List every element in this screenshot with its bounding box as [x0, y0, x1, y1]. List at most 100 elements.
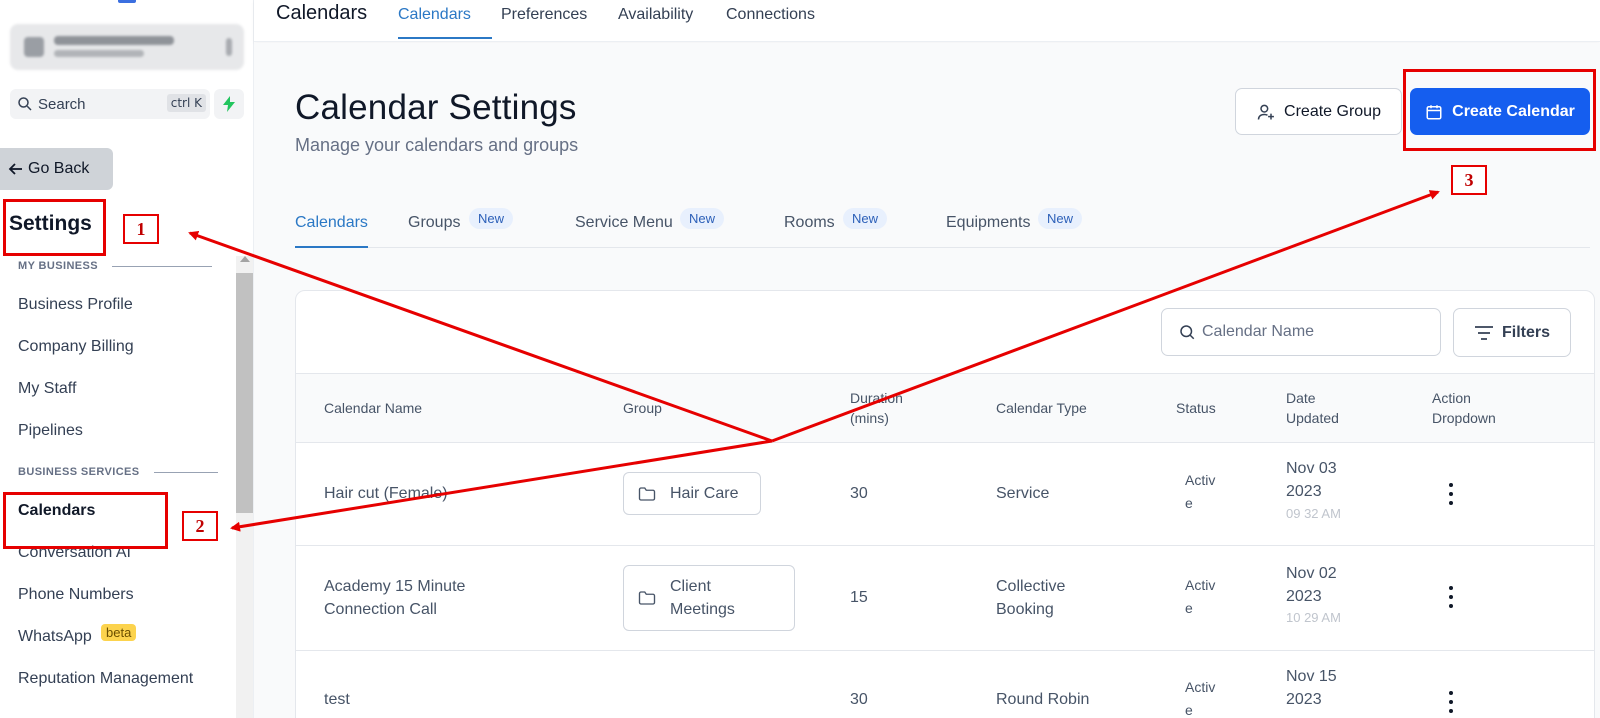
status-cell: Activ e	[1185, 676, 1225, 718]
section-label-text: BUSINESS SERVICES	[18, 466, 140, 478]
tab-preferences[interactable]: Preferences	[501, 6, 587, 24]
date-line: Nov 15	[1286, 668, 1337, 685]
sidebar-item-phone-numbers[interactable]: Phone Numbers	[18, 586, 134, 604]
sidebar-item-company-billing[interactable]: Company Billing	[18, 338, 134, 356]
date-line: 2023	[1286, 588, 1322, 605]
account-switcher[interactable]	[10, 24, 244, 70]
scroll-up-arrow-icon[interactable]	[240, 256, 250, 262]
section-label-text: MY BUSINESS	[18, 260, 98, 272]
beta-badge: beta	[101, 624, 137, 641]
calendar-name-line: Academy 15 Minute	[324, 578, 466, 595]
new-badge: New	[843, 208, 888, 229]
filters-label: Filters	[1501, 323, 1550, 341]
subtab-groups[interactable]: Groups	[408, 214, 460, 232]
active-tab-underline	[398, 37, 492, 39]
filter-lines-icon	[1474, 325, 1493, 340]
table-row[interactable]: test 30 Round Robin Activ e Nov 15 2023	[296, 651, 1594, 718]
calendar-name-line: Hair cut (Female)	[324, 485, 448, 502]
create-group-button[interactable]: Create Group	[1235, 88, 1402, 135]
date-updated-cell: Nov 15 2023	[1286, 665, 1337, 711]
header-date-line2: Updated	[1286, 410, 1339, 426]
header-date-updated[interactable]: Date Updated	[1286, 388, 1339, 428]
date-updated-cell: Nov 03 2023	[1286, 457, 1337, 503]
subtab-calendars[interactable]: Calendars	[295, 214, 368, 232]
time-updated: 09 32 AM	[1286, 506, 1341, 521]
subtab-rooms[interactable]: Rooms	[784, 214, 835, 232]
app-window: Search ctrl K Go Back Settings MY BUSINE…	[0, 0, 1600, 718]
account-location-blurred	[54, 50, 144, 57]
section-divider	[153, 471, 218, 473]
calendar-name-line: Connection Call	[324, 601, 437, 618]
subtab-equipments[interactable]: Equipments	[946, 214, 1031, 232]
go-back-label: Go Back	[28, 160, 90, 177]
folder-icon	[638, 486, 656, 501]
calendar-search-input[interactable]	[1202, 323, 1422, 341]
sidebar-item-whatsapp[interactable]: WhatsApp	[18, 628, 92, 646]
header-action-line2: Dropdown	[1432, 410, 1496, 426]
account-switch-icon	[226, 38, 232, 56]
calendar-type-cell: Collective Booking	[996, 575, 1065, 621]
header-group[interactable]: Group	[623, 398, 662, 418]
calendar-name-cell[interactable]: test	[324, 688, 350, 711]
sidebar-item-my-staff[interactable]: My Staff	[18, 380, 76, 398]
calendar-name-cell[interactable]: Academy 15 Minute Connection Call	[324, 575, 465, 621]
settings-subtabs: Calendars Groups New Service Menu New Ro…	[295, 200, 1590, 248]
header-action-dropdown: Action Dropdown	[1432, 388, 1496, 428]
search-label: Search	[38, 95, 86, 113]
group-chip-line: Client	[670, 578, 711, 595]
header-status[interactable]: Status	[1176, 398, 1216, 418]
filters-button[interactable]: Filters	[1453, 308, 1571, 357]
calendar-name-cell[interactable]: Hair cut (Female)	[324, 482, 448, 505]
calendar-type-line: Booking	[996, 601, 1054, 618]
subtab-service-menu[interactable]: Service Menu	[575, 214, 673, 232]
sidebar-item-business-profile[interactable]: Business Profile	[18, 296, 133, 314]
sidebar-item-pipelines[interactable]: Pipelines	[18, 422, 83, 440]
table-row[interactable]: Hair cut (Female) Hair Care 30 Service A…	[296, 443, 1594, 546]
table-row[interactable]: Academy 15 Minute Connection Call Client…	[296, 546, 1594, 651]
header-duration[interactable]: Duration (mins)	[850, 388, 903, 428]
account-name-blurred	[54, 36, 174, 45]
sidebar-search[interactable]: Search ctrl K	[10, 89, 210, 119]
header-action-line1: Action	[1432, 390, 1471, 406]
page-subtitle: Manage your calendars and groups	[295, 135, 579, 155]
search-icon	[1180, 325, 1195, 340]
more-vertical-icon[interactable]	[1446, 586, 1456, 608]
user-plus-icon	[1257, 104, 1274, 120]
tab-calendars[interactable]: Calendars	[398, 6, 471, 24]
section-label-business-services: BUSINESS SERVICES	[18, 466, 218, 478]
group-chip-label: Hair Care	[670, 484, 739, 502]
calendar-type-cell: Round Robin	[996, 691, 1090, 708]
header-date-line1: Date	[1286, 390, 1316, 406]
header-calendar-name[interactable]: Calendar Name	[324, 398, 422, 418]
tab-connections[interactable]: Connections	[726, 6, 815, 24]
sidebar-item-reputation-management[interactable]: Reputation Management	[18, 670, 193, 688]
header-calendar-type[interactable]: Calendar Type	[996, 398, 1087, 418]
more-vertical-icon[interactable]	[1446, 691, 1456, 713]
annotation-box-settings	[3, 199, 106, 256]
sidebar-scroll-thumb[interactable]	[236, 273, 253, 513]
go-back-button[interactable]: Go Back	[0, 148, 113, 190]
group-chip[interactable]: Client Meetings	[623, 565, 795, 631]
date-line: 2023	[1286, 691, 1322, 708]
calendar-search-field[interactable]	[1161, 308, 1441, 356]
section-label-my-business: MY BUSINESS	[18, 260, 212, 272]
annotation-label-3: 3	[1451, 165, 1487, 195]
annotation-label-1: 1	[123, 214, 159, 244]
table-header: Calendar Name Group Duration (mins) Cale…	[296, 373, 1594, 443]
quick-actions-button[interactable]	[214, 89, 244, 119]
group-chip[interactable]: Hair Care	[623, 472, 761, 515]
new-badge: New	[469, 208, 514, 229]
annotation-box-create-calendar	[1403, 69, 1596, 151]
more-vertical-icon[interactable]	[1446, 483, 1456, 505]
status-line: Activ	[1185, 679, 1216, 695]
status-line: e	[1185, 600, 1193, 616]
status-line: Activ	[1185, 577, 1216, 593]
status-line: e	[1185, 495, 1193, 511]
calendar-type-line: Collective	[996, 578, 1066, 595]
top-navigation: Calendars Calendars Preferences Availabi…	[254, 0, 1600, 42]
group-chip-label: Client Meetings	[670, 575, 735, 621]
tab-availability[interactable]: Availability	[618, 6, 693, 24]
lightning-bolt-icon	[223, 96, 235, 112]
search-shortcut-hint: ctrl K	[166, 94, 206, 112]
status-cell: Activ e	[1185, 574, 1225, 620]
